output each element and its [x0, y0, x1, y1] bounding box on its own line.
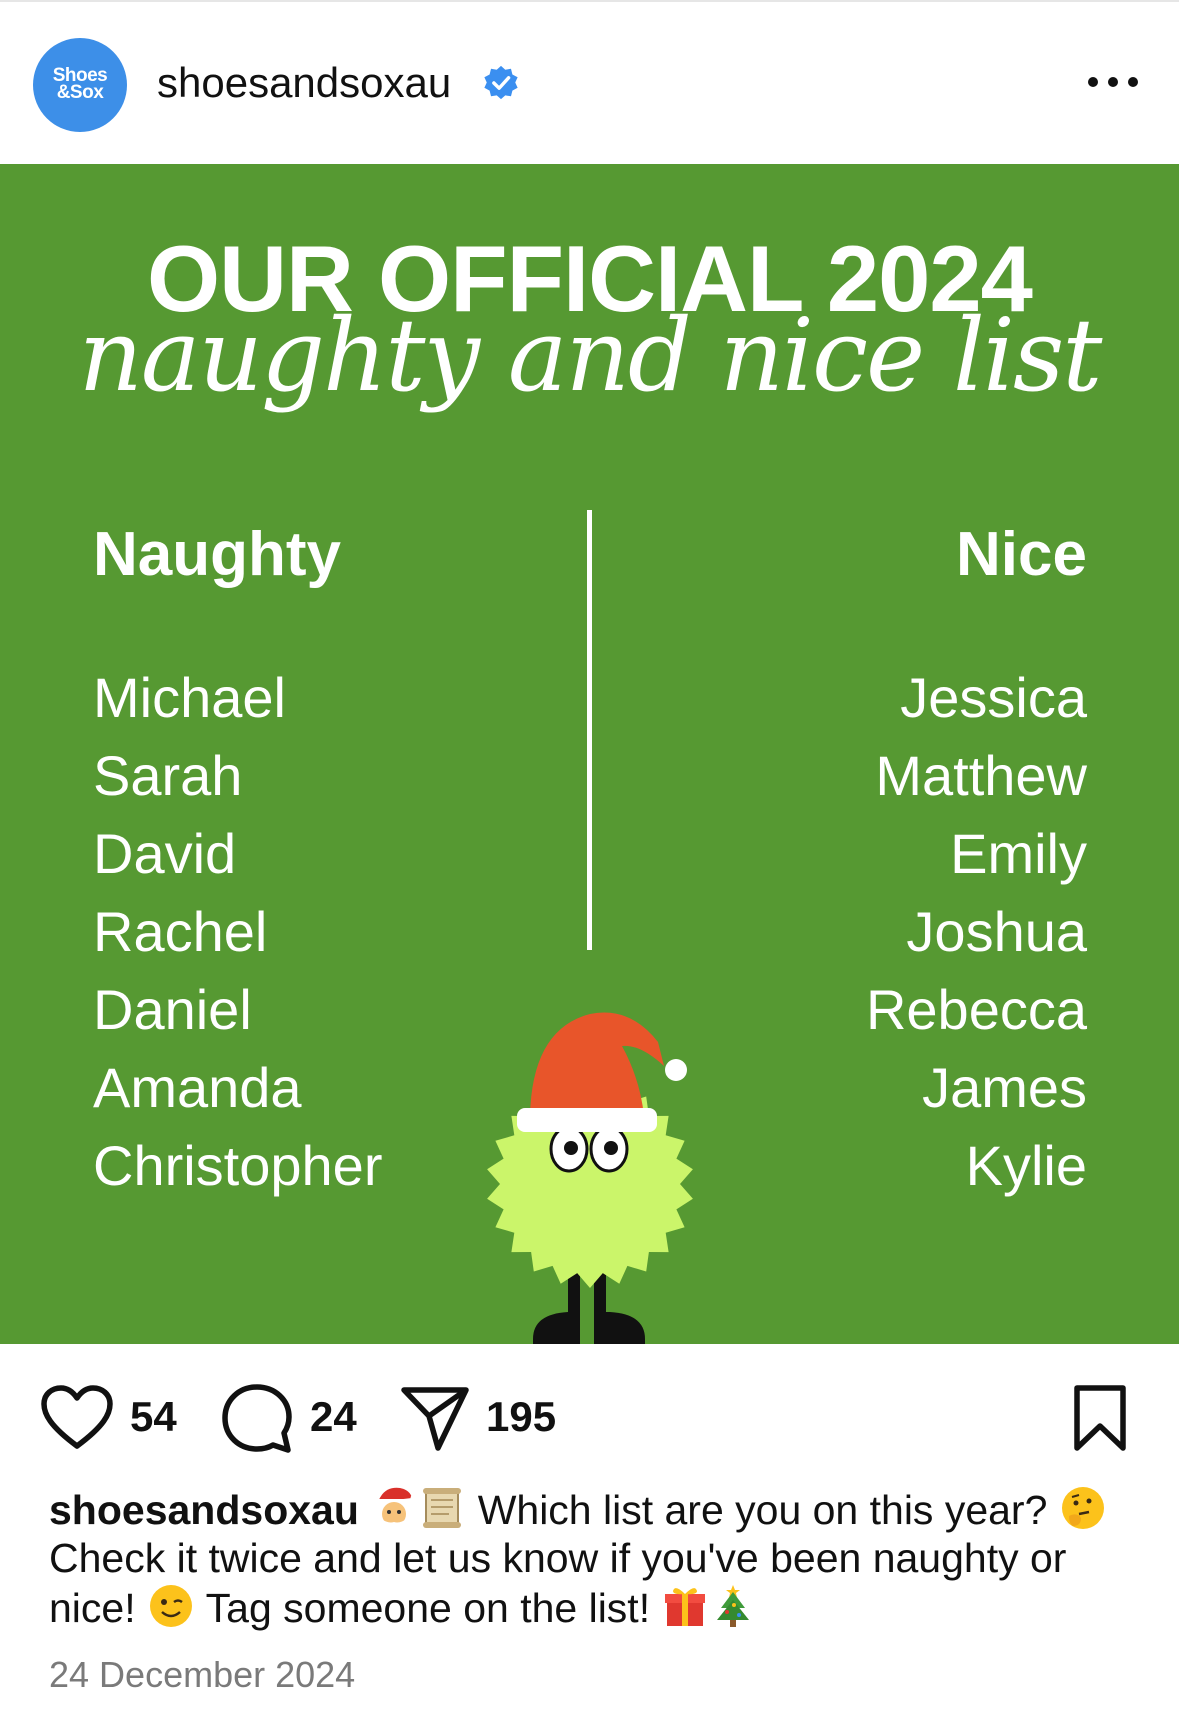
nice-name: James [922, 1056, 1087, 1119]
avatar-text-line2: &Sox [56, 82, 104, 103]
naughty-list: Michael Sarah David Rachel Daniel Amanda… [93, 659, 382, 1205]
caption-text-3: Tag someone on the list! [195, 1585, 662, 1631]
naughty-name: Rachel [93, 900, 268, 963]
mascot-illustration [487, 1012, 693, 1344]
like-count[interactable]: 54 [130, 1396, 177, 1438]
naughty-name: Daniel [93, 978, 252, 1041]
more-options-icon[interactable] [1085, 70, 1141, 94]
nice-name: Joshua [906, 900, 1087, 963]
nice-list: Jessica Matthew Emily Joshua Rebecca Jam… [866, 659, 1087, 1205]
nice-heading: Nice [956, 520, 1087, 589]
image-subtitle: naughty and nice list [78, 297, 1103, 414]
share-count[interactable]: 195 [486, 1396, 556, 1438]
nice-name: Jessica [900, 666, 1087, 729]
post-caption: shoesandsoxau Which list are you on this… [49, 1484, 1144, 1632]
caption-text-1: Which list are you on this year? [466, 1487, 1059, 1533]
post-header: Shoes &Sox shoesandsoxau [0, 0, 1179, 164]
santa-emoji [376, 1487, 418, 1527]
thinking-face-emoji [1061, 1487, 1104, 1529]
nice-name: Rebecca [865, 978, 1087, 1041]
naughty-name: Christopher [93, 1134, 383, 1197]
comment-icon[interactable] [222, 1383, 292, 1453]
column-divider [587, 510, 592, 950]
nice-name: Emily [950, 822, 1087, 885]
avatar[interactable]: Shoes &Sox [33, 38, 127, 132]
nice-name: Kylie [965, 1134, 1087, 1197]
share-icon[interactable] [400, 1382, 470, 1452]
comment-count[interactable]: 24 [310, 1396, 357, 1438]
action-bar: 54 24 195 [0, 1344, 1179, 1484]
naughty-name: Michael [93, 666, 286, 729]
caption-username[interactable]: shoesandsoxau [49, 1487, 359, 1533]
heart-icon[interactable] [40, 1384, 114, 1452]
gift-emoji [665, 1588, 706, 1626]
post-image[interactable]: OUR OFFICIAL 2024 naughty and nice list … [0, 164, 1179, 1344]
nice-name: Matthew [875, 744, 1087, 807]
naughty-name: Amanda [93, 1056, 302, 1119]
winking-face-emoji [150, 1585, 192, 1627]
naughty-name: Sarah [93, 744, 243, 807]
verified-badge-icon [484, 65, 518, 100]
christmas-tree-emoji [717, 1585, 750, 1627]
scroll-emoji [423, 1488, 462, 1528]
naughty-heading: Naughty [93, 520, 341, 589]
post-date: 24 December 2024 [49, 1654, 356, 1695]
bookmark-icon[interactable] [1072, 1384, 1128, 1452]
naughty-name: David [93, 822, 237, 885]
username-link[interactable]: shoesandsoxau [157, 59, 451, 107]
